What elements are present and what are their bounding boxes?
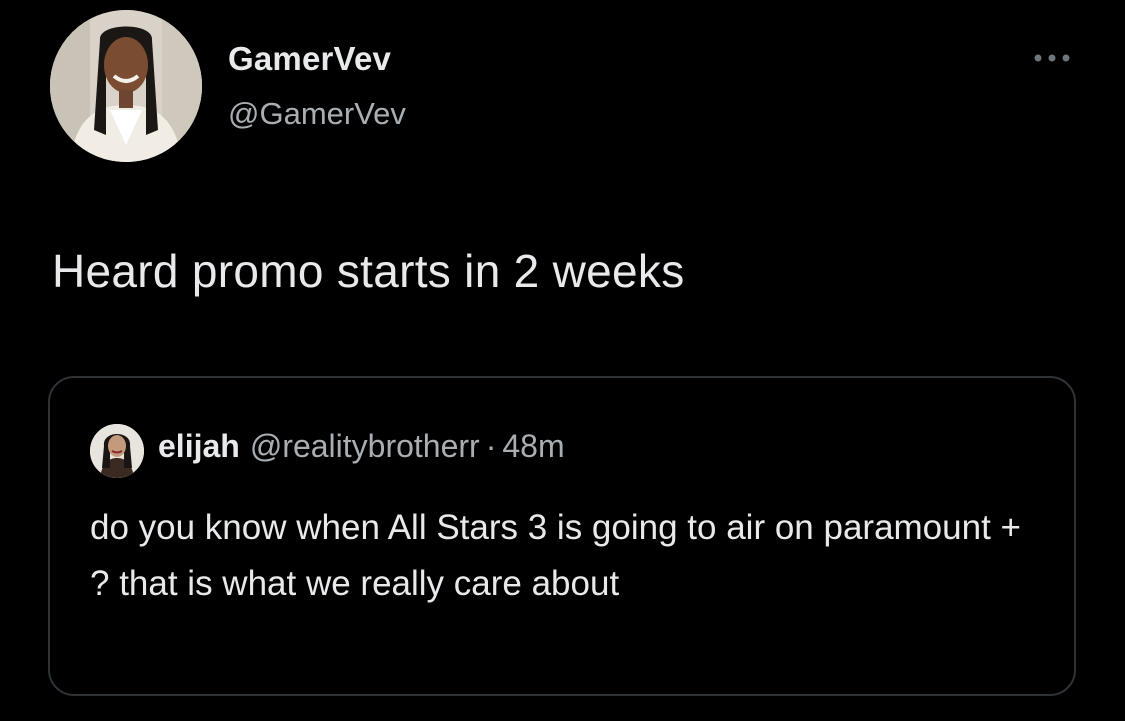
tweet-text: Heard promo starts in 2 weeks — [52, 245, 685, 297]
more-icon[interactable] — [1030, 48, 1074, 68]
separator-dot: · — [485, 428, 497, 464]
author-handle[interactable]: @GamerVev — [228, 96, 406, 132]
quoted-tweet-text: do you know when All Stars 3 is going to… — [90, 508, 1021, 603]
quoted-author-avatar[interactable] — [90, 424, 144, 478]
quoted-author-display-name[interactable]: elijah — [158, 428, 240, 464]
author-avatar[interactable] — [50, 10, 202, 162]
profile-photo-icon — [50, 10, 202, 162]
quoted-tweet-header: elijah @realitybrotherr · 48m — [158, 428, 565, 465]
profile-photo-icon — [90, 424, 144, 478]
tweet: GamerVev @GamerVev Heard promo starts in… — [0, 0, 1125, 721]
more-horizontal-icon — [1034, 54, 1070, 62]
author-display-name[interactable]: GamerVev — [228, 40, 391, 78]
quoted-tweet-timestamp[interactable]: 48m — [502, 428, 564, 464]
quoted-author-handle[interactable]: @realitybrotherr — [250, 428, 480, 464]
quoted-tweet-card[interactable]: elijah @realitybrotherr · 48m do you know w… — [48, 376, 1076, 696]
